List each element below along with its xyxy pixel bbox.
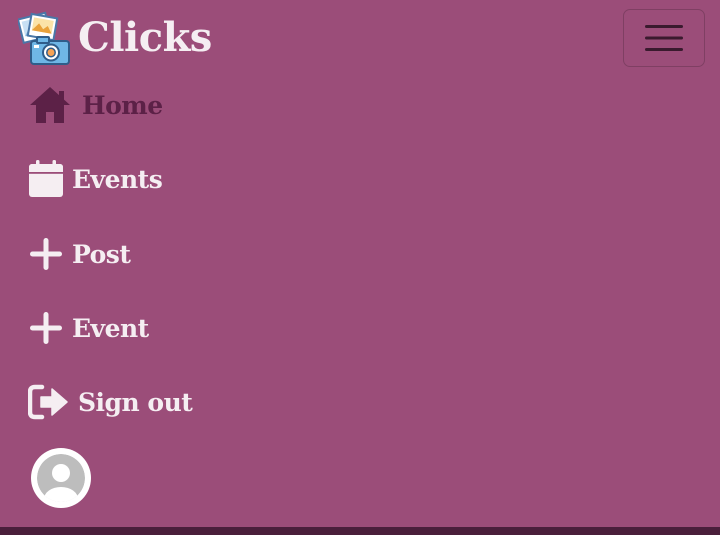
user-avatar-icon	[37, 454, 85, 502]
nav-item-sign-out[interactable]: Sign out	[28, 384, 193, 420]
nav-label-events: Events	[72, 164, 163, 194]
nav-label-event: Event	[72, 313, 149, 343]
nav-label-home: Home	[82, 90, 163, 120]
plus-icon	[28, 236, 64, 272]
navbar: Clicks Home Events Post Event Sign out	[0, 0, 720, 527]
nav-item-event[interactable]: Event	[28, 310, 149, 346]
calendar-icon	[28, 160, 64, 198]
nav-label-post: Post	[72, 239, 131, 269]
brand-title: Clicks	[78, 14, 212, 61]
bottom-bar	[0, 527, 720, 535]
nav-item-home[interactable]: Home	[28, 85, 163, 125]
nav-item-post[interactable]: Post	[28, 236, 131, 272]
brand-link[interactable]: Clicks	[18, 10, 212, 66]
nav-item-events[interactable]: Events	[28, 160, 163, 198]
nav-label-sign-out: Sign out	[78, 387, 193, 417]
camera-photos-logo-icon	[18, 11, 70, 65]
hamburger-menu-icon	[645, 25, 683, 51]
navbar-toggler-button[interactable]	[623, 9, 705, 67]
sign-out-icon	[28, 384, 70, 420]
home-icon	[28, 85, 72, 125]
plus-icon	[28, 310, 64, 346]
profile-avatar[interactable]	[31, 448, 91, 508]
